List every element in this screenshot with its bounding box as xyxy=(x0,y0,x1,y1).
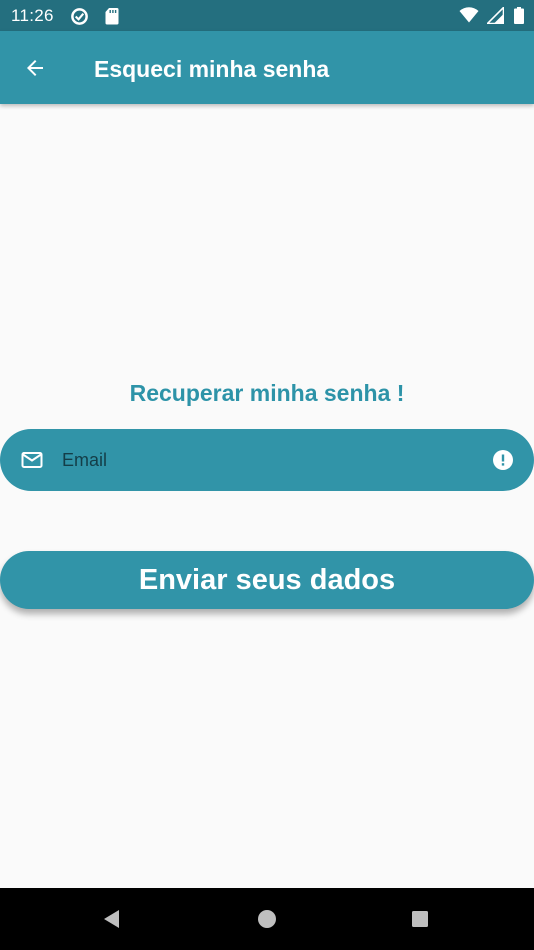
email-input[interactable] xyxy=(62,443,472,477)
status-left-icons xyxy=(70,7,119,25)
email-error-indicator xyxy=(492,449,514,471)
nav-recents-button[interactable] xyxy=(407,906,433,932)
battery-icon xyxy=(514,7,524,24)
forgot-password-screen: 11:26 Esqueci minha senha Recuperar minh… xyxy=(0,0,534,950)
recover-password-heading: Recuperar minha senha ! xyxy=(129,380,405,406)
sd-card-icon xyxy=(105,8,119,25)
back-button[interactable] xyxy=(20,53,50,83)
status-time: 11:26 xyxy=(11,6,54,25)
nav-home-button[interactable] xyxy=(254,906,280,932)
signal-icon xyxy=(486,7,504,24)
nav-back-button[interactable] xyxy=(99,906,125,932)
error-icon xyxy=(493,450,513,470)
arrow-left-icon xyxy=(27,60,43,76)
navigation-bar xyxy=(0,888,534,950)
wifi-icon xyxy=(459,7,479,23)
app-bar: Esqueci minha senha xyxy=(0,31,534,104)
email-field[interactable] xyxy=(0,429,534,491)
home-circle-icon xyxy=(258,910,276,928)
back-triangle-icon xyxy=(104,910,119,928)
mail-icon xyxy=(21,452,43,468)
submit-button[interactable]: Enviar seus dados xyxy=(0,551,534,609)
data-saver-icon xyxy=(71,8,88,25)
status-bar: 11:26 xyxy=(0,0,534,31)
status-right-icons xyxy=(459,7,524,25)
recents-square-icon xyxy=(412,911,428,927)
page-title: Esqueci minha senha xyxy=(94,56,330,82)
